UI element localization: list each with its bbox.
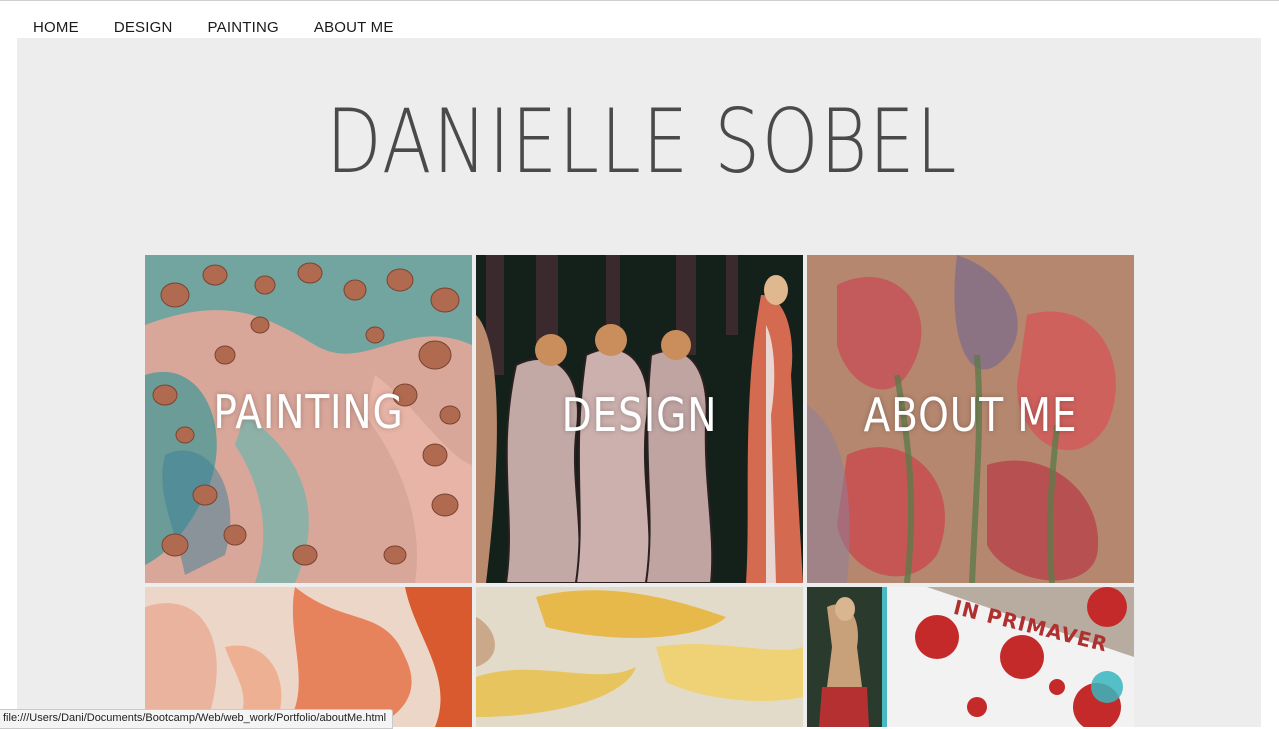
browser-status-bar: file:///Users/Dani/Documents/Bootcamp/We…: [0, 709, 394, 729]
nav-home[interactable]: HOME: [33, 18, 79, 40]
orange-abstract-painting-image: [145, 587, 472, 727]
tile-design[interactable]: DESIGN: [476, 255, 803, 583]
tile-yellow-painting[interactable]: [476, 587, 803, 727]
tile-design-label: DESIGN: [561, 388, 718, 442]
tile-about-me-label: ABOUT ME: [863, 388, 1078, 442]
top-divider: [0, 0, 1279, 1]
nav-design[interactable]: DESIGN: [114, 18, 173, 40]
tile-painting-label: PAINTING: [213, 385, 404, 439]
tile-painting[interactable]: PAINTING: [145, 255, 472, 583]
site-title: DANIELLE SOBEL: [326, 90, 959, 193]
yellow-abstract-painting-image: [476, 587, 803, 727]
tile-about-me[interactable]: ABOUT ME: [807, 255, 1134, 583]
tile-primavera-poster[interactable]: IN PRIMAVER: [807, 587, 1134, 727]
tile-orange-painting[interactable]: [145, 587, 472, 727]
top-nav: HOME DESIGN PAINTING ABOUT ME: [33, 18, 429, 40]
nav-about-me[interactable]: ABOUT ME: [314, 18, 394, 40]
nav-painting[interactable]: PAINTING: [208, 18, 279, 40]
